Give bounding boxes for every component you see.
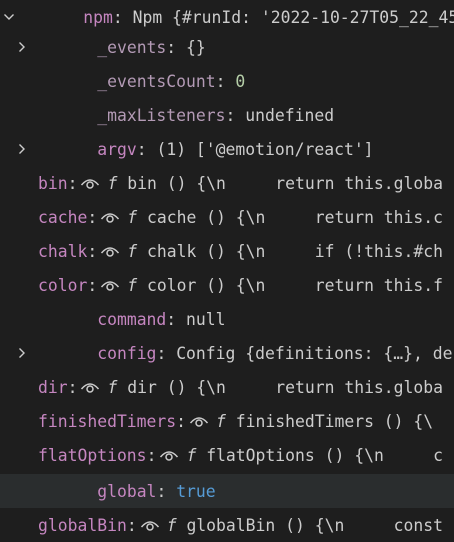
row-key: command xyxy=(97,309,167,329)
row-key: dir xyxy=(38,377,68,397)
variables-tree: npm: Npm {#runId: '2022-10-27T05_22_45_7… xyxy=(0,0,454,538)
function-marker: f xyxy=(127,207,138,227)
row-value: cache () {\n return this.c xyxy=(146,207,444,227)
row-key: _events xyxy=(97,37,167,57)
tree-row-dir[interactable]: dir: f dir () {\n return this.globa xyxy=(0,370,454,404)
function-marker: f xyxy=(186,445,197,465)
tree-row-maxlisteners[interactable]: _maxListeners: undefined xyxy=(0,98,454,132)
row-value: Npm {#runId: '2022-10-27T05_22_45_759 xyxy=(132,7,454,27)
function-marker: f xyxy=(127,275,138,295)
row-key: color xyxy=(38,275,88,295)
chevron-right-icon[interactable] xyxy=(15,40,29,54)
tree-row-eventscount[interactable]: _eventsCount: 0 xyxy=(0,64,454,98)
function-marker: f xyxy=(107,377,118,397)
row-key: chalk xyxy=(38,241,88,261)
chevron-right-icon[interactable] xyxy=(15,142,29,156)
row-key: cache xyxy=(38,207,88,227)
tree-row-config[interactable]: config: Config {definitions: {…}, deprec… xyxy=(0,336,454,370)
row-value: undefined xyxy=(245,105,335,125)
tree-row-finishedtimers[interactable]: finishedTimers: f finishedTimers () {\ xyxy=(0,404,454,438)
function-marker: f xyxy=(107,173,118,193)
tree-row-global[interactable]: global: true xyxy=(0,474,454,508)
row-key: global xyxy=(97,481,157,501)
eye-icon[interactable] xyxy=(158,447,180,463)
eye-icon[interactable] xyxy=(139,517,161,533)
row-key: globalBin xyxy=(38,515,127,535)
row-value: bin () {\n return this.globa xyxy=(127,173,444,193)
tree-row-cache[interactable]: cache: f cache () {\n return this.c xyxy=(0,200,454,234)
tree-row-chalk[interactable]: chalk: f chalk () {\n if (!this.#ch xyxy=(0,234,454,268)
row-value: color () {\n return this.f xyxy=(146,275,444,295)
tree-row-flatoptions[interactable]: flatOptions: f flatOptions () {\n c xyxy=(0,438,454,472)
row-value: true xyxy=(176,481,216,501)
row-value: chalk () {\n if (!this.#ch xyxy=(146,241,444,261)
row-value: Config {definitions: {…}, depreca xyxy=(176,343,454,363)
tree-row-events[interactable]: _events: {} xyxy=(0,30,454,64)
row-value: (1) ['@emotion/react'] xyxy=(156,139,374,159)
chevron-right-icon[interactable] xyxy=(15,346,29,360)
function-marker: f xyxy=(127,241,138,261)
tree-row-bin[interactable]: bin: f bin () {\n return this.globa xyxy=(0,166,454,200)
row-key: bin xyxy=(38,173,68,193)
row-key: _eventsCount xyxy=(97,71,216,91)
eye-icon[interactable] xyxy=(99,209,121,225)
row-key: _maxListeners xyxy=(97,105,226,125)
eye-icon[interactable] xyxy=(99,243,121,259)
tree-row-argv[interactable]: argv: (1) ['@emotion/react'] xyxy=(0,132,454,166)
tree-row-color[interactable]: color: f color () {\n return this.f xyxy=(0,268,454,302)
row-value: 0 xyxy=(235,71,246,91)
row-value: flatOptions () {\n c xyxy=(206,445,444,465)
row-value: dir () {\n return this.globa xyxy=(127,377,444,397)
eye-icon[interactable] xyxy=(79,175,101,191)
function-marker: f xyxy=(166,515,177,535)
tree-row-globalbin[interactable]: globalBin: f globalBin () {\n const xyxy=(0,508,454,542)
row-key: finishedTimers xyxy=(38,411,177,431)
row-value: globalBin () {\n const xyxy=(186,515,444,535)
row-value: null xyxy=(186,309,226,329)
tree-row-command[interactable]: command: null xyxy=(0,302,454,336)
tree-row-npm[interactable]: npm: Npm {#runId: '2022-10-27T05_22_45_7… xyxy=(0,0,454,34)
row-key: argv xyxy=(97,139,137,159)
row-value: {} xyxy=(186,37,206,57)
function-marker: f xyxy=(216,411,226,431)
eye-icon[interactable] xyxy=(79,379,101,395)
eye-icon[interactable] xyxy=(188,413,210,429)
eye-icon[interactable] xyxy=(99,277,121,293)
chevron-down-icon[interactable] xyxy=(2,10,16,24)
row-key: npm xyxy=(83,7,113,27)
row-key: config xyxy=(97,343,157,363)
row-key: flatOptions xyxy=(38,445,147,465)
row-value: finishedTimers () {\ xyxy=(235,411,434,431)
